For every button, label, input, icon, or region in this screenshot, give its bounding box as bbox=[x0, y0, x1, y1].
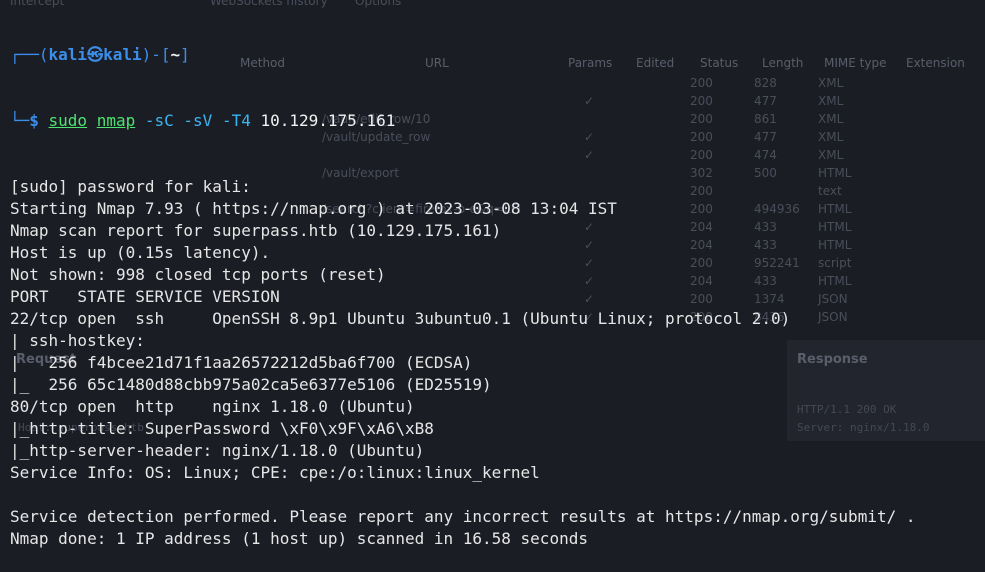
sudo-keyword: sudo bbox=[48, 111, 88, 130]
prompt-at-icon: ㉿ bbox=[87, 45, 104, 64]
command-options: -sC -sV -T4 bbox=[144, 111, 251, 130]
terminal[interactable]: ┌──(kali㉿kali)-[~] └─$ sudo nmap -sC -sV… bbox=[10, 0, 985, 548]
prompt-dir: ~ bbox=[170, 45, 181, 64]
output-line: Host is up (0.15s latency). bbox=[10, 243, 271, 262]
output-line: 80/tcp open http nginx 1.18.0 (Ubuntu) bbox=[10, 397, 415, 416]
output-line: |_ 256 65c1480d88cbb975a02ca5e6377e5106 … bbox=[10, 375, 492, 394]
output-line: |_http-title: SuperPassword \xF0\x9F\xA6… bbox=[10, 419, 434, 438]
prompt-host: kali bbox=[103, 45, 142, 64]
output-line: Starting Nmap 7.93 ( https://nmap.org ) … bbox=[10, 199, 617, 218]
output-line: 22/tcp open ssh OpenSSH 8.9p1 Ubuntu 3ub… bbox=[10, 309, 791, 328]
output-line: |_http-server-header: nginx/1.18.0 (Ubun… bbox=[10, 441, 425, 460]
prompt-user: kali bbox=[48, 45, 88, 64]
prompt-line-1: ┌──(kali㉿kali)-[~] bbox=[10, 45, 190, 64]
output-line: [sudo] password for kali: bbox=[10, 177, 251, 196]
output-line: Service Info: OS: Linux; CPE: cpe:/o:lin… bbox=[10, 463, 540, 482]
command-name: nmap bbox=[96, 111, 136, 130]
output-line: Nmap done: 1 IP address (1 host up) scan… bbox=[10, 529, 588, 548]
output-line: Nmap scan report for superpass.htb (10.1… bbox=[10, 221, 502, 240]
prompt-dollar: $ bbox=[29, 111, 49, 130]
output-line: Service detection performed. Please repo… bbox=[10, 507, 916, 526]
output-line: | ssh-hostkey: bbox=[10, 331, 155, 350]
prompt-line-2[interactable]: └─$ sudo nmap -sC -sV -T4 10.129.175.161 bbox=[10, 110, 985, 132]
output-line: Not shown: 998 closed tcp ports (reset) bbox=[10, 265, 386, 284]
command-target: 10.129.175.161 bbox=[260, 111, 396, 130]
output-line: PORT STATE SERVICE VERSION bbox=[10, 287, 280, 306]
command-output: [sudo] password for kali: Starting Nmap 7… bbox=[10, 176, 985, 550]
output-line: | 256 f4bcee21d71f1aa26572212d5ba6f700 (… bbox=[10, 353, 473, 372]
